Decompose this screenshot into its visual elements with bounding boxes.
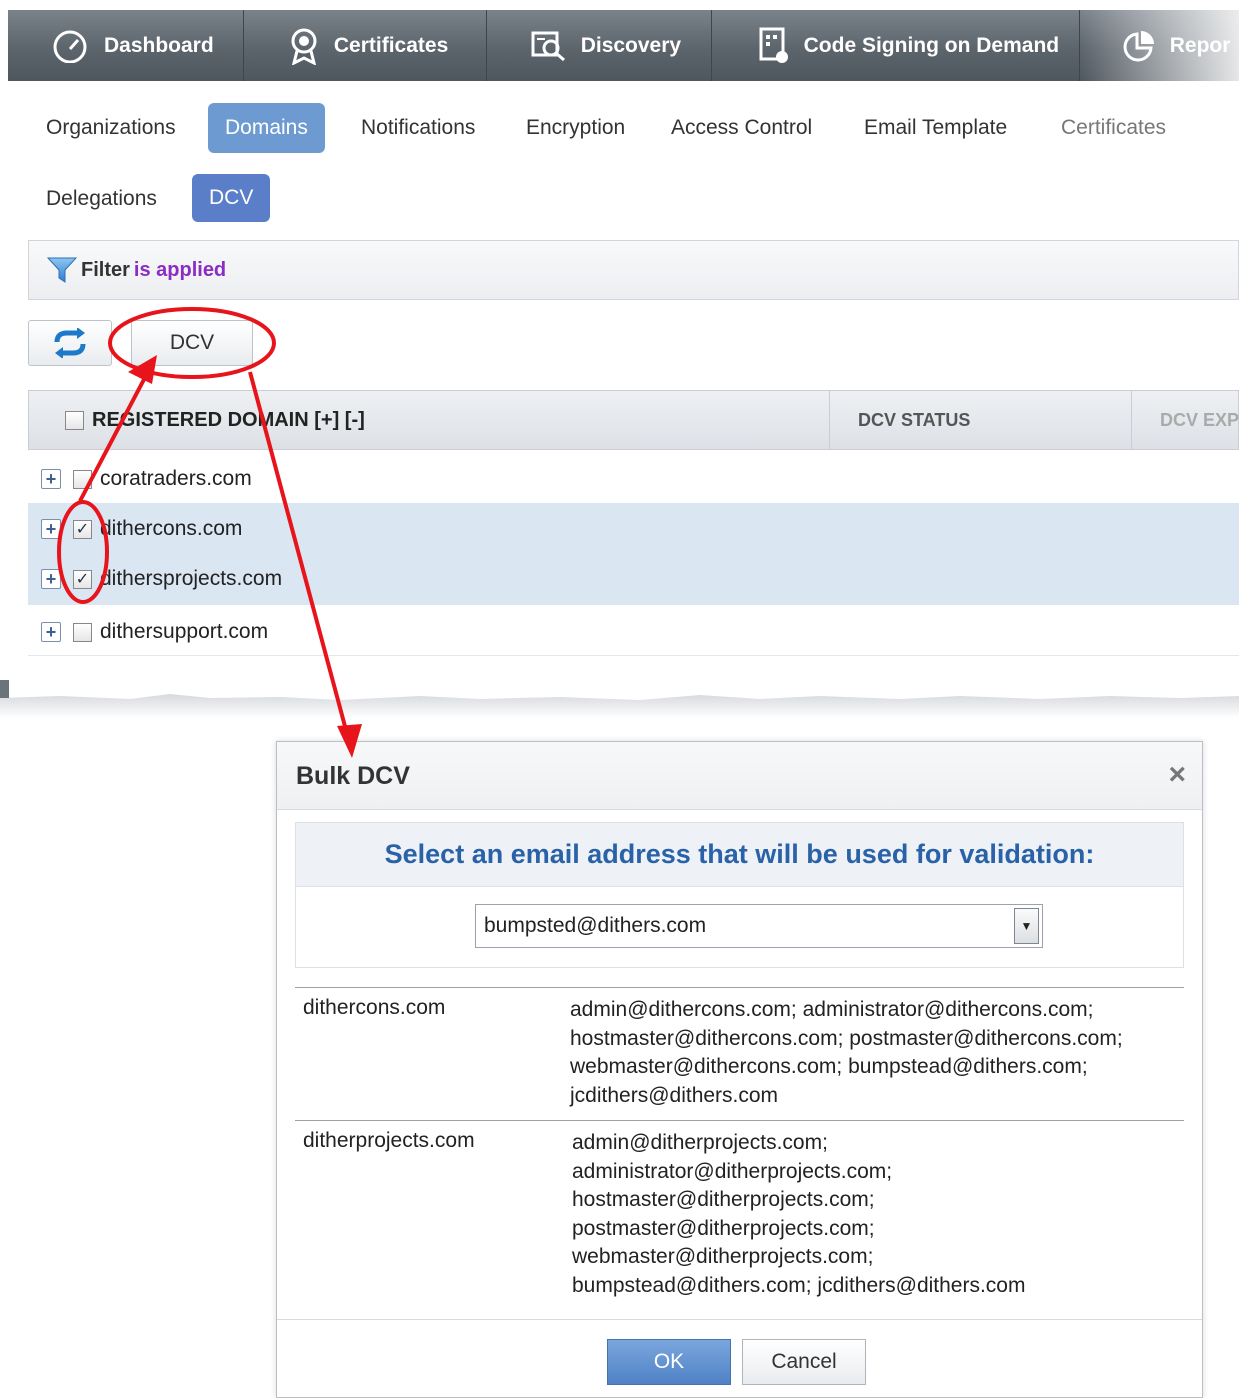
refresh-button[interactable] — [28, 320, 112, 366]
nav-discovery-label: Discovery — [580, 33, 682, 57]
speedometer-icon — [53, 30, 87, 63]
nav-code-signing-label: Code Signing on Demand — [803, 33, 1060, 57]
nav-discovery[interactable]: Discovery — [487, 10, 712, 81]
column-dcv-status[interactable]: DCV STATUS — [829, 391, 1131, 449]
list-domain-emails: admin@ditherprojects.com; administrator@… — [572, 1121, 1184, 1310]
filter-bar[interactable]: Filter is applied — [28, 240, 1239, 300]
grid-header: REGISTERED DOMAIN [+] [-] DCV STATUS DCV… — [28, 390, 1239, 450]
tab-organizations[interactable]: Organizations — [29, 103, 193, 153]
tab-notifications[interactable]: Notifications — [344, 103, 492, 153]
discovery-search-icon — [531, 31, 565, 61]
expand-icon[interactable]: + — [41, 519, 61, 539]
table-row[interactable]: + dithersupport.com — [28, 606, 1239, 658]
domain-email-list: dithercons.com admin@dithercons.com; adm… — [295, 987, 1184, 1310]
dialog-header: Bulk DCV × — [277, 742, 1202, 810]
row-checkbox-checked[interactable]: ✓ — [73, 569, 92, 589]
list-domain-emails: admin@dithercons.com; administrator@dith… — [570, 988, 1184, 1120]
email-line: hostmaster@dithercons.com; postmaster@di… — [570, 1026, 1123, 1050]
table-row[interactable]: + ✓ dithersprojects.com — [28, 553, 1239, 605]
filter-status: is applied — [133, 258, 227, 281]
dialog-footer: OK Cancel — [277, 1319, 1202, 1397]
email-line: webmaster@ditherprojects.com; — [572, 1245, 874, 1268]
table-row[interactable]: + ✓ dithercons.com — [28, 503, 1239, 555]
email-line: postmaster@ditherprojects.com; — [572, 1216, 875, 1240]
list-domain-name: ditherprojects.com — [303, 1129, 475, 1152]
tab-access-control[interactable]: Access Control — [654, 103, 829, 153]
nav-reports[interactable]: Repor — [1080, 10, 1239, 81]
close-icon[interactable]: × — [1168, 760, 1186, 790]
email-prompt: Select an email address that will be use… — [296, 823, 1183, 887]
torn-edge — [0, 680, 1239, 718]
email-line: admin@ditherprojects.com; — [572, 1131, 828, 1154]
refresh-icon — [54, 328, 86, 358]
email-line: admin@dithercons.com; administrator@dith… — [570, 998, 1094, 1021]
expand-icon[interactable]: + — [41, 469, 61, 489]
list-item: dithercons.com admin@dithercons.com; adm… — [295, 987, 1184, 1120]
filter-label: Filter — [81, 258, 130, 281]
domain-name: dithersupport.com — [100, 620, 269, 643]
email-line: bumpstead@dithers.com; jcdithers@dithers… — [572, 1273, 1026, 1297]
select-all-checkbox[interactable] — [65, 410, 84, 430]
tab-dcv[interactable]: DCV — [192, 174, 271, 222]
row-checkbox-checked[interactable]: ✓ — [73, 519, 92, 539]
ok-button[interactable]: OK — [607, 1339, 731, 1385]
column-registered-domain-label: REGISTERED DOMAIN [+] [-] — [92, 408, 365, 431]
nav-certificates[interactable]: Certificates — [244, 10, 487, 81]
domain-name: coratraders.com — [100, 467, 252, 490]
bulk-dcv-dialog: Bulk DCV × Select an email address that … — [276, 741, 1203, 1398]
tab-delegations[interactable]: Delegations — [29, 174, 174, 224]
list-item: ditherprojects.com admin@ditherprojects.… — [295, 1120, 1184, 1310]
nav-certificates-label: Certificates — [333, 33, 449, 57]
column-dcv-expiry[interactable]: DCV EXP — [1131, 391, 1239, 449]
tab-domains[interactable]: Domains — [208, 103, 325, 153]
email-prompt-box: Select an email address that will be use… — [295, 822, 1184, 968]
top-navigation: Dashboard Certificates Discovery Code Si… — [8, 10, 1239, 81]
dcv-button[interactable]: DCV — [131, 320, 253, 366]
expand-icon[interactable]: + — [41, 569, 61, 589]
nav-dashboard[interactable]: Dashboard — [8, 10, 244, 81]
funnel-icon — [47, 257, 77, 283]
domain-name: dithersprojects.com — [100, 567, 283, 590]
email-select[interactable]: bumpsted@dithers.com ▼ — [475, 904, 1043, 948]
email-line: jcdithers@dithers.com — [570, 1083, 779, 1107]
email-line: administrator@ditherprojects.com; — [572, 1159, 893, 1183]
tab-email-template[interactable]: Email Template — [847, 103, 1024, 153]
list-domain-name: dithercons.com — [303, 996, 446, 1019]
email-select-value: bumpsted@dithers.com — [484, 914, 707, 937]
row-checkbox[interactable] — [73, 469, 92, 489]
tab-encryption[interactable]: Encryption — [509, 103, 642, 153]
expand-icon[interactable]: + — [41, 622, 61, 642]
chevron-down-icon[interactable]: ▼ — [1014, 908, 1039, 944]
email-line: webmaster@dithercons.com; bumpstead@dith… — [570, 1055, 1088, 1078]
nav-reports-label: Repor — [1169, 33, 1231, 57]
email-line: hostmaster@ditherprojects.com; — [572, 1188, 875, 1211]
domain-name: dithercons.com — [100, 517, 243, 540]
cancel-button[interactable]: Cancel — [742, 1339, 866, 1385]
dialog-title: Bulk DCV — [296, 762, 410, 790]
certificate-badge-icon — [291, 28, 317, 65]
nav-dashboard-label: Dashboard — [104, 33, 214, 57]
reports-pie-icon — [1123, 30, 1154, 61]
column-registered-domain[interactable]: REGISTERED DOMAIN [+] [-] — [65, 391, 365, 449]
nav-code-signing[interactable]: Code Signing on Demand — [712, 10, 1080, 81]
code-signing-icon — [759, 27, 788, 63]
tab-certificates[interactable]: Certificates — [1044, 103, 1183, 153]
row-checkbox[interactable] — [73, 622, 92, 642]
row-divider — [28, 655, 1239, 656]
table-row[interactable]: + coratraders.com — [28, 453, 1239, 505]
